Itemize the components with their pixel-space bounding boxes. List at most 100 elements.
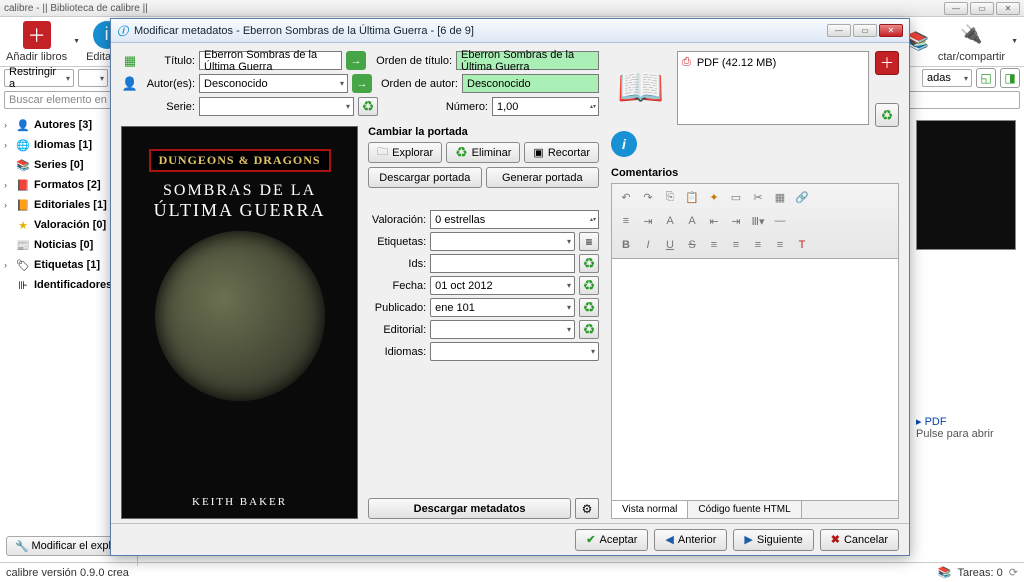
add-format-button[interactable]: ＋ — [875, 51, 899, 75]
align-right-button[interactable]: ≡ — [748, 235, 768, 255]
title-input[interactable]: Eberron Sombras de la Última Guerra — [199, 51, 342, 70]
sort-title-input[interactable]: Eberron Sombras de la Última Guerra — [456, 51, 599, 70]
accept-button[interactable]: ✔Aceptar — [575, 529, 648, 551]
underline-button[interactable]: U — [660, 235, 680, 255]
download-cover-button[interactable]: Descargar portada — [368, 167, 481, 188]
publisher-clear-button[interactable]: ♻ — [579, 320, 599, 339]
bold-button[interactable]: B — [616, 235, 636, 255]
dialog-footer: ✔Aceptar ◀Anterior ▶Siguiente ✖Cancelar — [111, 523, 909, 555]
comments-editor[interactable] — [611, 258, 899, 501]
number-input[interactable]: 1,00 — [492, 97, 599, 116]
tasks-label[interactable]: Tareas: 0 — [958, 567, 1003, 579]
delete-cover-button[interactable]: ♻Eliminar — [446, 142, 520, 163]
restrict-value-combo[interactable] — [78, 69, 108, 87]
add-books-button[interactable]: ＋ Añadir libros — [6, 21, 67, 63]
published-clear-button[interactable]: ♻ — [579, 298, 599, 317]
paste-button[interactable]: 📋 — [682, 187, 702, 207]
cancel-button[interactable]: ✖Cancelar — [820, 529, 899, 551]
app-title: calibre - || Biblioteca de calibre || — [4, 3, 148, 14]
recycle-icon: ♻ — [362, 98, 375, 115]
swap-title-button[interactable]: → — [346, 51, 366, 70]
indent2-button[interactable]: ⇥ — [726, 211, 746, 231]
next-button[interactable]: ▶Siguiente — [733, 529, 813, 551]
publisher-icon: 📙 — [16, 198, 30, 212]
date-clear-button[interactable]: ♻ — [579, 276, 599, 295]
tab-html-view[interactable]: Código fuente HTML — [688, 501, 801, 518]
close-button[interactable]: ✕ — [996, 2, 1020, 15]
dropdown-icon[interactable]: ▼ — [73, 38, 80, 45]
redo-button[interactable]: ↷ — [638, 187, 658, 207]
main-sys-buttons: — ▭ ✕ — [944, 2, 1020, 15]
font-color-button[interactable]: A — [682, 211, 702, 231]
clear-series-button[interactable]: ♻ — [358, 97, 378, 116]
recycle-icon: ♻ — [881, 107, 894, 124]
browse-cover-button[interactable]: 🗀Explorar — [368, 142, 442, 163]
sort-author-input[interactable]: Desconocido — [462, 74, 599, 93]
dialog-title: Modificar metadatos - Eberron Sombras de… — [134, 25, 474, 37]
clear-button[interactable]: ✦ — [704, 187, 724, 207]
format-pdf[interactable]: ⎙ PDF (42.12 MB) — [682, 56, 864, 69]
wrench-icon: 🔧 — [15, 540, 29, 553]
ids-clear-button[interactable]: ♻ — [579, 254, 599, 273]
remove-format-button[interactable]: ♻ — [875, 103, 899, 127]
sort-combo[interactable]: adas — [922, 69, 972, 87]
library-icon[interactable]: 📚 — [938, 566, 952, 579]
cover-title-2: ÚLTIMA GUERRA — [154, 200, 326, 221]
download-metadata-button[interactable]: Descargar metadatos — [368, 498, 571, 519]
copy-button[interactable]: ⎘ — [660, 187, 680, 207]
generate-cover-button[interactable]: Generar portada — [486, 167, 599, 188]
mini-cover[interactable] — [916, 120, 1016, 250]
select-all-button[interactable]: ▭ — [726, 187, 746, 207]
format-list[interactable]: ⎙ PDF (42.12 MB) — [677, 51, 869, 125]
author-input[interactable]: Desconocido — [199, 74, 348, 93]
italic-button[interactable]: I — [638, 235, 658, 255]
tags-edit-button[interactable]: ≡ — [579, 232, 599, 251]
cover-image[interactable]: DUNGEONS & DRAGONS SOMBRAS DE LA ÚLTIMA … — [121, 126, 358, 519]
info-icon: ⓘ — [117, 23, 128, 39]
rating-input[interactable]: 0 estrellas — [430, 210, 599, 229]
dialog-close-button[interactable]: ✕ — [879, 24, 903, 37]
series-input[interactable] — [199, 97, 354, 116]
languages-input[interactable] — [430, 342, 599, 361]
tab-normal-view[interactable]: Vista normal — [612, 501, 688, 518]
series-label: Serie: — [143, 101, 195, 113]
image-button[interactable]: ▦ — [770, 187, 790, 207]
previous-button[interactable]: ◀Anterior — [654, 529, 727, 551]
ids-input[interactable] — [430, 254, 575, 273]
tag-icon: 🏷 — [16, 258, 30, 272]
list-button[interactable]: ≡ — [616, 211, 636, 231]
strike-button[interactable]: S — [682, 235, 702, 255]
maximize-button[interactable]: ▭ — [970, 2, 994, 15]
indent-button[interactable]: ⇥ — [638, 211, 658, 231]
hr-button[interactable]: — — [770, 211, 790, 231]
dialog-maximize-button[interactable]: ▭ — [853, 24, 877, 37]
dialog-titlebar[interactable]: ⓘ Modificar metadatos - Eberron Sombras … — [111, 19, 909, 43]
config-metadata-button[interactable]: ⚙ — [575, 498, 599, 519]
heading-button[interactable]: Ⅲ▾ — [748, 211, 768, 231]
cut-button[interactable]: ✂ — [748, 187, 768, 207]
swap-author-button[interactable]: → — [352, 74, 372, 93]
outdent-button[interactable]: ⇤ — [704, 211, 724, 231]
view-grid-button[interactable]: ◱ — [976, 68, 996, 88]
align-justify-button[interactable]: ≡ — [770, 235, 790, 255]
trim-cover-button[interactable]: ▣Recortar — [524, 142, 599, 163]
undo-button[interactable]: ↶ — [616, 187, 636, 207]
date-input[interactable]: 01 oct 2012 — [430, 276, 575, 295]
font-bg-button[interactable]: A — [660, 211, 680, 231]
restrict-combo[interactable]: Restringir a — [4, 69, 74, 87]
view-panel-button[interactable]: ◨ — [1000, 68, 1020, 88]
book-icon[interactable]: 📖 — [611, 51, 671, 125]
format-info-button[interactable]: i — [611, 131, 637, 157]
align-center-button[interactable]: ≡ — [726, 235, 746, 255]
dropdown-icon[interactable]: ▼ — [1011, 38, 1018, 45]
text-color-button[interactable]: T — [792, 235, 812, 255]
minimize-button[interactable]: — — [944, 2, 968, 15]
link-button[interactable]: 🔗 — [792, 187, 812, 207]
connect-button[interactable]: 🔌 ctar/compartir — [938, 21, 1005, 63]
align-left-button[interactable]: ≡ — [704, 235, 724, 255]
published-input[interactable]: ene 101 — [430, 298, 575, 317]
publisher-input[interactable] — [430, 320, 575, 339]
pdf-link[interactable]: PDF — [925, 416, 947, 428]
dialog-minimize-button[interactable]: — — [827, 24, 851, 37]
tags-input[interactable] — [430, 232, 575, 251]
